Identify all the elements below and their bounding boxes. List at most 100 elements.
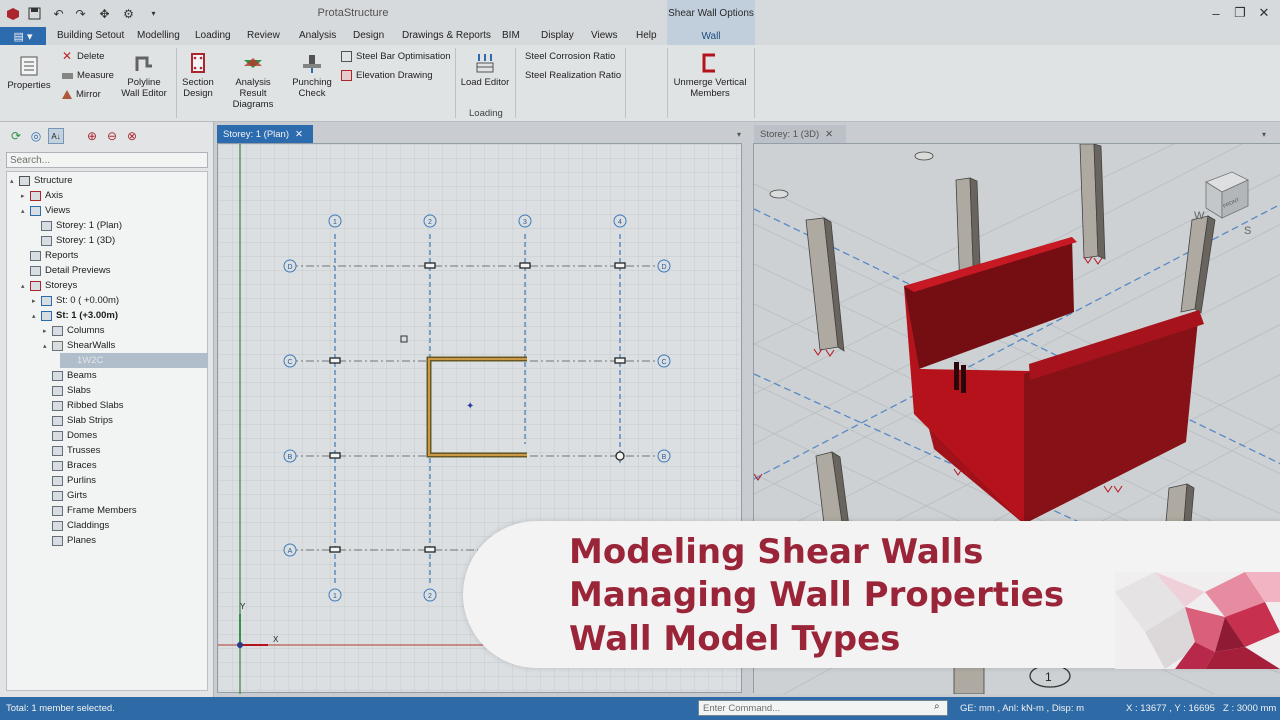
- plan-tab-dropdown-icon[interactable]: ▾: [731, 125, 747, 143]
- coords-status: X : 13677 , Y : 16695: [1126, 703, 1215, 714]
- domes-icon: [52, 430, 63, 441]
- tree-item[interactable]: Detail Previews: [21, 263, 110, 278]
- row-axis-label: B: [662, 454, 667, 461]
- tree-item-label: Planes: [67, 535, 97, 546]
- tab-wall[interactable]: Wall: [667, 27, 755, 45]
- tab-storey-plan[interactable]: Storey: 1 (Plan) ✕: [217, 125, 313, 143]
- tree-item[interactable]: Planes: [43, 533, 96, 548]
- tree-item[interactable]: Braces: [43, 458, 97, 473]
- expand-toggle-icon[interactable]: ▴: [21, 282, 30, 290]
- expand-toggle-icon[interactable]: ▴: [32, 312, 41, 320]
- properties-button[interactable]: Properties: [6, 55, 52, 91]
- tree-item[interactable]: Girts: [43, 488, 87, 503]
- elevation-drawing-button[interactable]: Elevation Drawing: [341, 70, 433, 81]
- tree-item[interactable]: ▴ Structure: [10, 173, 73, 188]
- command-input[interactable]: [698, 700, 948, 716]
- minimize-icon[interactable]: –: [1205, 4, 1227, 22]
- close-tab-icon[interactable]: ✕: [825, 129, 833, 140]
- frame-members-icon: [52, 505, 63, 516]
- zoom-in-icon[interactable]: ⊕: [84, 128, 100, 144]
- 3d-tab-dropdown-icon[interactable]: ▾: [1256, 125, 1272, 143]
- restore-icon[interactable]: ❐: [1229, 4, 1251, 22]
- tree-item[interactable]: Reports: [21, 248, 78, 263]
- tree-item[interactable]: ▸ Columns: [43, 323, 105, 338]
- tree-item[interactable]: Beams: [43, 368, 97, 383]
- tab-building-setout[interactable]: Building Setout: [57, 30, 124, 41]
- tab-analysis[interactable]: Analysis: [299, 30, 336, 41]
- tree-item-label: Storey: 1 (3D): [56, 235, 116, 246]
- tree-item[interactable]: ▸ St: 0 ( +0.00m): [32, 293, 119, 308]
- expand-toggle-icon[interactable]: ▸: [32, 297, 41, 305]
- polyline-wall-editor-button[interactable]: Polyline Wall Editor: [119, 52, 169, 99]
- row-axis-label: C: [287, 359, 292, 366]
- tree-item[interactable]: ▸ Axis: [21, 188, 63, 203]
- expand-toggle-icon[interactable]: ▴: [43, 342, 52, 350]
- tab-modelling[interactable]: Modelling: [137, 30, 180, 41]
- globe-icon[interactable]: ◎: [28, 128, 44, 144]
- banner-line-2: Managing Wall Properties: [569, 575, 1065, 615]
- mirror-icon: [62, 90, 72, 99]
- expand-toggle-icon[interactable]: ▸: [21, 192, 30, 200]
- file-menu-button[interactable]: ▤ ▾: [0, 27, 46, 45]
- load-editor-button[interactable]: Load Editor: [460, 52, 510, 88]
- tree-item[interactable]: Claddings: [43, 518, 109, 533]
- tree-item[interactable]: ▴ Storeys: [21, 278, 77, 293]
- close-window-icon[interactable]: ✕: [1253, 4, 1275, 22]
- delete-button[interactable]: ✕ Delete: [62, 50, 104, 62]
- steel-bar-optimisation-button[interactable]: Steel Bar Optimisation: [341, 51, 451, 62]
- tree-item[interactable]: Domes: [43, 428, 97, 443]
- girts-icon: [52, 490, 63, 501]
- punching-check-button[interactable]: Punching Check: [291, 52, 333, 99]
- tab-review[interactable]: Review: [247, 30, 280, 41]
- analysis-result-diagrams-button[interactable]: Analysis Result Diagrams: [221, 52, 285, 110]
- refresh-icon[interactable]: ⟳: [8, 128, 24, 144]
- expand-toggle-icon[interactable]: ▸: [43, 327, 52, 335]
- tree-item[interactable]: Storey: 1 (3D): [32, 233, 115, 248]
- expand-toggle-icon[interactable]: ▴: [10, 177, 19, 185]
- purlins-icon: [52, 475, 63, 486]
- close-tab-icon[interactable]: ✕: [295, 129, 303, 140]
- tab-drawings-reports[interactable]: Drawings & Reports: [402, 30, 491, 41]
- tree-item[interactable]: ▴ Views: [21, 203, 70, 218]
- tree-item[interactable]: ▴ ShearWalls: [43, 338, 115, 353]
- status-selection-text: Total: 1 member selected.: [6, 703, 115, 714]
- zoom-out-icon[interactable]: ⊖: [104, 128, 120, 144]
- tree-item[interactable]: 1W2C: [60, 353, 208, 368]
- tab-loading[interactable]: Loading: [195, 30, 231, 41]
- measure-icon: [62, 72, 73, 79]
- tree-item-label: Girts: [67, 490, 88, 501]
- section-design-button[interactable]: Section Design: [179, 52, 217, 99]
- search-input[interactable]: [6, 152, 208, 168]
- tree-item[interactable]: ▴ St: 1 (+3.00m): [32, 308, 118, 323]
- command-search-icon[interactable]: ⌕: [934, 701, 947, 715]
- tree-item-label: Purlins: [67, 475, 97, 486]
- tree-item[interactable]: Trusses: [43, 443, 100, 458]
- steel-realization-ratio-button[interactable]: Steel Realization Ratio: [525, 70, 621, 81]
- unmerge-vertical-members-button[interactable]: Unmerge Vertical Members: [670, 52, 750, 99]
- expand-toggle-icon[interactable]: ▴: [21, 207, 30, 215]
- col-axis-label: 1: [333, 219, 337, 226]
- tab-display[interactable]: Display: [541, 30, 574, 41]
- steel-corrosion-ratio-button[interactable]: Steel Corrosion Ratio: [525, 51, 615, 62]
- tab-bim[interactable]: BIM: [502, 30, 520, 41]
- tree-item[interactable]: Slabs: [43, 383, 91, 398]
- tab-storey-3d[interactable]: Storey: 1 (3D) ✕: [754, 125, 846, 143]
- tree-item[interactable]: Slab Strips: [43, 413, 113, 428]
- tree-item-label: Detail Previews: [45, 265, 111, 276]
- mirror-button[interactable]: Mirror: [62, 89, 101, 100]
- row-axis-label: D: [287, 264, 292, 271]
- zoom-reset-icon[interactable]: ⊗: [124, 128, 140, 144]
- tree-item[interactable]: Frame Members: [43, 503, 137, 518]
- sort-az-icon[interactable]: A↓: [48, 128, 64, 144]
- tab-views[interactable]: Views: [591, 30, 618, 41]
- measure-button[interactable]: Measure: [62, 70, 114, 81]
- tree-item[interactable]: Purlins: [43, 473, 96, 488]
- ribbon-separator: [625, 48, 626, 118]
- tree-item-label: Slab Strips: [67, 415, 113, 426]
- tab-design[interactable]: Design: [353, 30, 384, 41]
- tree-item[interactable]: Ribbed Slabs: [43, 398, 124, 413]
- tree-item-label: St: 1 (+3.00m): [56, 310, 119, 321]
- file-menu-icon: ▤ ▾: [13, 30, 33, 43]
- tab-help[interactable]: Help: [636, 30, 657, 41]
- tree-item[interactable]: Storey: 1 (Plan): [32, 218, 122, 233]
